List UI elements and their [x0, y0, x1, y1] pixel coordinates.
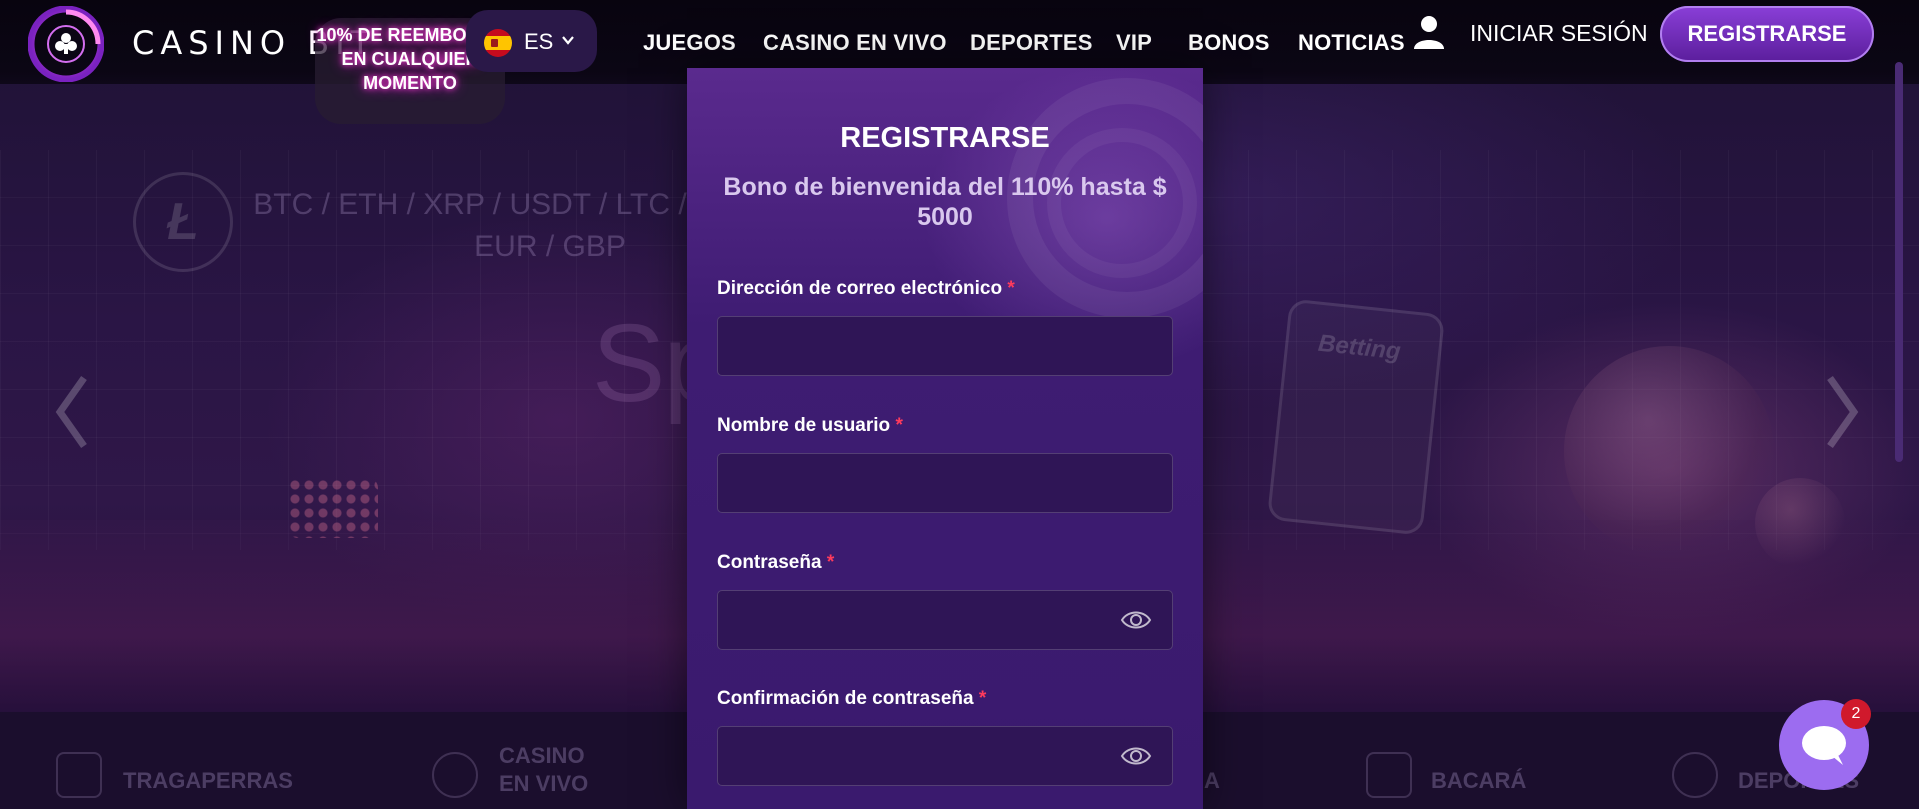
modal-title: REGISTRARSE	[840, 122, 1050, 154]
litecoin-icon: Ł	[133, 172, 233, 272]
soccer-ball-illustration	[1564, 346, 1774, 556]
user-icon[interactable]	[1412, 14, 1446, 50]
category-baccarat[interactable]: BACARÁ	[1431, 768, 1526, 794]
registration-modal: REGISTRARSE Bono de bienvenida del 110% …	[687, 68, 1203, 809]
cards-icon	[1366, 752, 1412, 798]
category-partial[interactable]: A	[1204, 768, 1220, 794]
nav-bonuses[interactable]: BONOS	[1188, 30, 1270, 56]
confirm-password-label: Confirmación de contraseña *	[717, 688, 987, 709]
casino-logo-icon[interactable]	[28, 6, 104, 82]
email-field[interactable]	[717, 316, 1173, 376]
username-label: Nombre de usuario *	[717, 415, 903, 436]
nav-vip[interactable]: VIP	[1116, 30, 1152, 56]
show-password-eye-icon[interactable]	[1120, 609, 1152, 631]
dealer-icon	[432, 752, 478, 798]
password-field[interactable]	[717, 590, 1173, 650]
page-scrollbar[interactable]	[1895, 62, 1903, 462]
language-label: ES	[524, 29, 554, 54]
welcome-bonus-text: Bono de bienvenida del 110% hasta $ 5000	[723, 173, 1167, 231]
nav-live-casino[interactable]: CASINO EN VIVO	[763, 30, 947, 56]
email-label: Dirección de correo electrónico *	[717, 278, 1015, 299]
nav-games[interactable]: JUEGOS	[643, 30, 736, 56]
register-button[interactable]: REGISTRARSE	[1660, 6, 1874, 62]
confirm-password-field[interactable]	[717, 726, 1173, 786]
category-live-casino-label: CASINO EN VIVO	[499, 743, 589, 796]
chevron-right-icon	[1827, 375, 1859, 449]
chips-illustration	[288, 478, 378, 538]
username-field[interactable]	[717, 453, 1173, 513]
chevron-left-icon	[55, 375, 87, 449]
category-live-casino[interactable]: CASINO EN VIVO	[499, 742, 589, 798]
carousel-prev-button[interactable]	[52, 372, 92, 452]
category-slots[interactable]: TRAGAPERRAS	[123, 768, 293, 794]
slot-machine-icon	[56, 752, 102, 798]
login-link[interactable]: INICIAR SESIÓN	[1470, 20, 1648, 47]
nav-news[interactable]: NOTICIAS	[1298, 30, 1405, 56]
language-selector[interactable]: ES	[466, 10, 597, 72]
ball-illustration	[1755, 478, 1845, 568]
spain-flag-icon	[484, 29, 512, 57]
password-label: Contraseña *	[717, 552, 835, 573]
nav-sports[interactable]: DEPORTES	[970, 30, 1093, 56]
chevron-down-icon	[562, 36, 574, 45]
show-confirm-password-eye-icon[interactable]	[1120, 745, 1152, 767]
chat-bubble-icon	[1802, 726, 1846, 765]
carousel-next-button[interactable]	[1822, 372, 1862, 452]
chat-notification-badge: 2	[1841, 699, 1871, 729]
soccer-icon	[1672, 752, 1718, 798]
